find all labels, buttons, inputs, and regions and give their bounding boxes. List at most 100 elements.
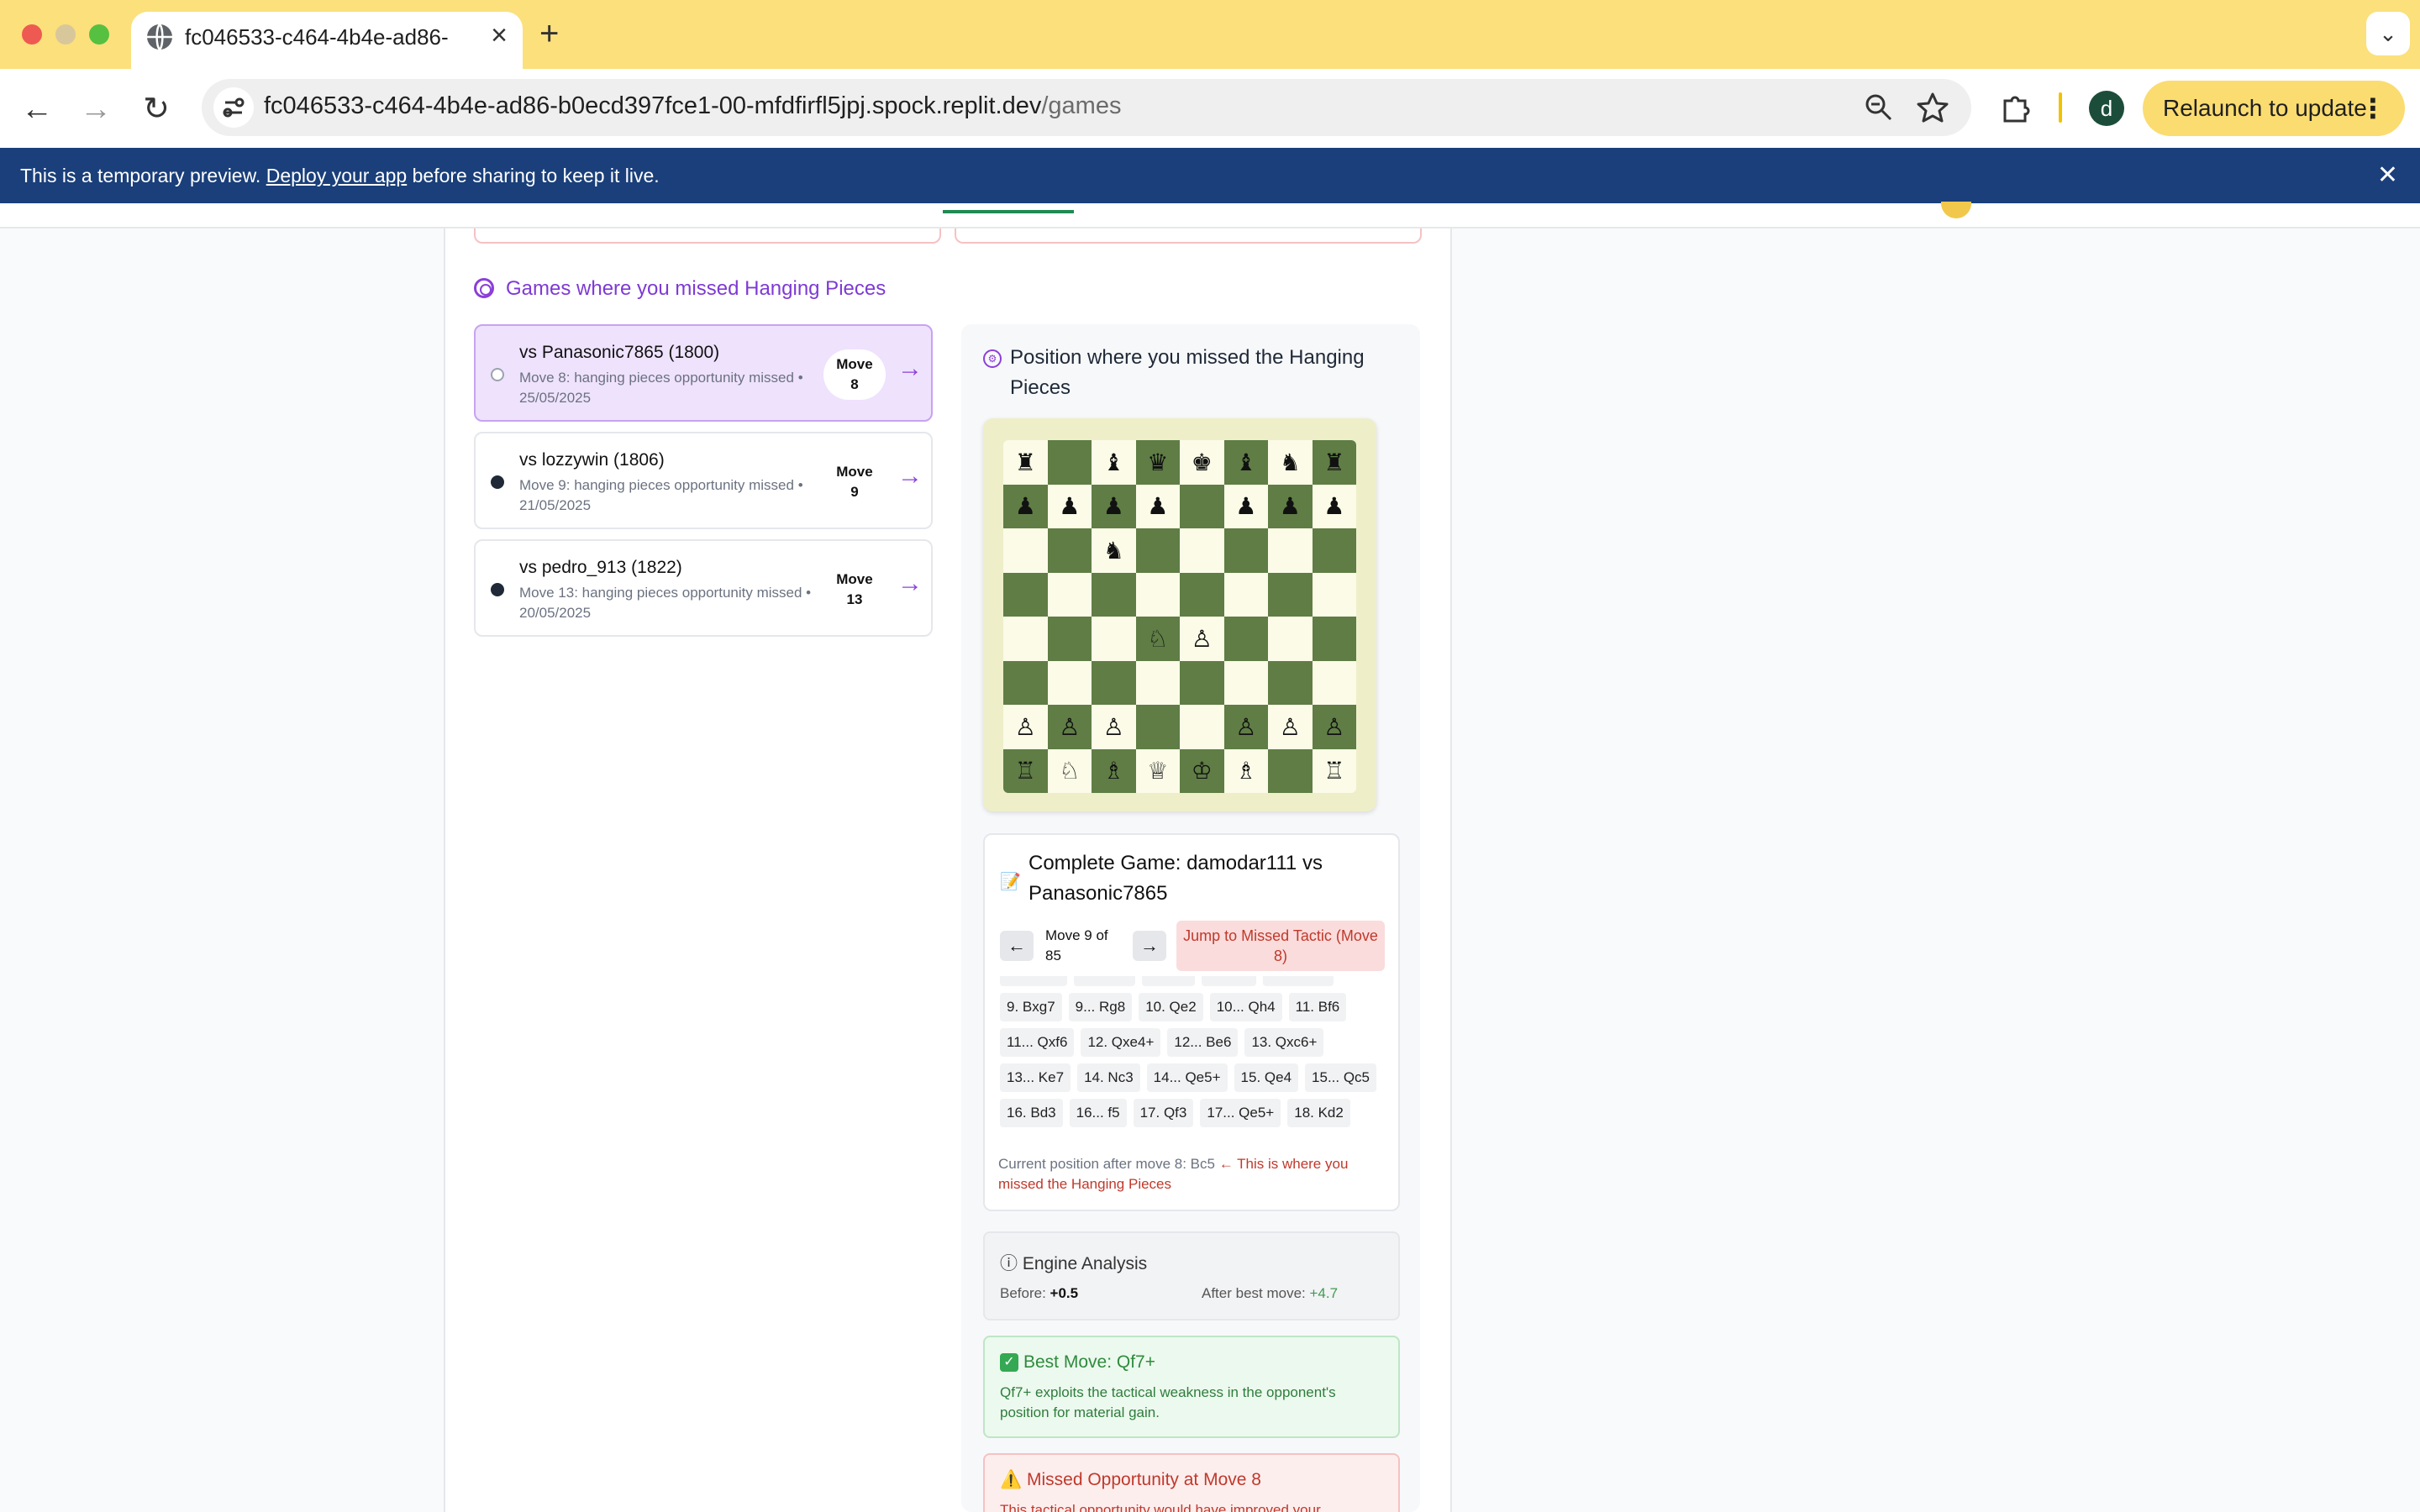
arrow-right-icon[interactable]: → [897, 354, 923, 383]
board-square[interactable]: ♛ [1135, 440, 1180, 485]
extensions-puzzle-icon[interactable] [2000, 91, 2033, 124]
chess-piece[interactable]: ♟ [1103, 492, 1124, 520]
chess-piece[interactable]: ♝ [1103, 449, 1124, 476]
board-square[interactable]: ♞ [1092, 528, 1136, 573]
board-square[interactable]: ♘ [1135, 617, 1180, 661]
board-square[interactable] [1047, 572, 1092, 617]
game-item[interactable]: vs lozzywin (1806) Move 9: hanging piece… [474, 432, 933, 529]
move-chip[interactable]: 14. Nc3 [1077, 1063, 1140, 1092]
chess-piece[interactable]: ♙ [1015, 713, 1036, 741]
board-square[interactable] [1135, 705, 1180, 749]
browser-tab[interactable]: fc046533-c464-4b4e-ad86- × [131, 12, 523, 69]
site-info-icon[interactable] [213, 87, 254, 128]
board-square[interactable] [1135, 660, 1180, 705]
board-square[interactable] [1092, 617, 1136, 661]
tab-search-button[interactable]: ⌄ [2366, 12, 2410, 55]
board-square[interactable]: ♖ [1003, 748, 1048, 793]
minimize-window-button[interactable] [55, 24, 76, 45]
board-square[interactable] [1047, 528, 1092, 573]
game-item[interactable]: vs Panasonic7865 (1800) Move 8: hanging … [474, 324, 933, 422]
chess-piece[interactable]: ♟ [1015, 492, 1036, 520]
board-square[interactable] [1268, 748, 1313, 793]
board-square[interactable]: ♙ [1003, 705, 1048, 749]
board-square[interactable]: ♙ [1312, 705, 1356, 749]
reload-button[interactable]: ↻ [134, 87, 178, 131]
board-square[interactable]: ♙ [1180, 617, 1224, 661]
move-chip[interactable]: 15... Qc5 [1305, 1063, 1377, 1092]
chess-piece[interactable]: ♖ [1323, 757, 1344, 785]
chess-piece[interactable]: ♚ [1192, 449, 1213, 476]
new-tab-button[interactable]: + [539, 13, 559, 54]
move-chip[interactable]: 15. Qe4 [1234, 1063, 1299, 1092]
move-list[interactable]: 6... bxc6 7. Bxc6 7... d6 8. Bd4 8... Nxe4 9.… [1000, 976, 1386, 1137]
game-item[interactable]: vs pedro_913 (1822) Move 13: hanging pie… [474, 539, 933, 637]
chess-piece[interactable]: ♙ [1235, 713, 1256, 741]
move-chip[interactable]: 7... d6 [1141, 976, 1196, 986]
address-bar[interactable]: fc046533-c464-4b4e-ad86-b0ecd397fce1-00-… [202, 79, 1971, 136]
move-chip[interactable]: 16... f5 [1069, 1099, 1127, 1127]
board-square[interactable]: ♗ [1223, 748, 1268, 793]
board-square[interactable] [1180, 660, 1224, 705]
board-square[interactable]: ♝ [1092, 440, 1136, 485]
move-chip[interactable]: 12... Be6 [1167, 1028, 1239, 1057]
board-square[interactable] [1312, 617, 1356, 661]
board-square[interactable] [1180, 572, 1224, 617]
chess-piece[interactable]: ♗ [1235, 757, 1256, 785]
chessboard[interactable]: ♜ ♝ ♛ ♚ ♝ ♞ ♜ ♟ ♟ ♟ ♟ ♟ ♟ ♟ ♞ ♘ ♙ ♙ ♙ ♙ ♙ ♙ ♙ ♖ ♘ ♗ ♕ ♔ ♗ ♖ [1003, 440, 1356, 793]
move-chip[interactable]: 9. Bxg7 [1000, 993, 1062, 1021]
move-chip[interactable]: 11. Bf6 [1288, 993, 1347, 1021]
board-square[interactable]: ♖ [1312, 748, 1356, 793]
chess-piece[interactable]: ♘ [1059, 757, 1080, 785]
close-tab-icon[interactable]: × [491, 20, 508, 50]
board-square[interactable] [1047, 617, 1092, 661]
chess-piece[interactable]: ♙ [1323, 713, 1344, 741]
board-square[interactable]: ♟ [1223, 484, 1268, 528]
move-chip[interactable]: 9... Rg8 [1068, 993, 1133, 1021]
board-square[interactable]: ♔ [1180, 748, 1224, 793]
arrow-right-icon[interactable]: → [897, 462, 923, 491]
board-square[interactable]: ♙ [1268, 705, 1313, 749]
board-square[interactable]: ♟ [1003, 484, 1048, 528]
board-square[interactable] [1268, 617, 1313, 661]
chess-piece[interactable]: ♟ [1323, 492, 1344, 520]
chess-piece[interactable]: ♙ [1280, 713, 1301, 741]
board-square[interactable] [1092, 660, 1136, 705]
chess-piece[interactable]: ♟ [1280, 492, 1301, 520]
board-square[interactable] [1223, 572, 1268, 617]
move-chip[interactable]: 8. Bd4 [1202, 976, 1257, 986]
relaunch-button[interactable]: Relaunch to update ⋮ [2143, 81, 2405, 136]
board-square[interactable]: ♞ [1268, 440, 1313, 485]
board-square[interactable]: ♙ [1047, 705, 1092, 749]
board-square[interactable] [1312, 660, 1356, 705]
board-square[interactable]: ♟ [1092, 484, 1136, 528]
board-square[interactable] [1047, 440, 1092, 485]
chess-piece[interactable]: ♙ [1103, 713, 1124, 741]
move-chip[interactable]: 13. Qxc6+ [1244, 1028, 1324, 1057]
close-banner-icon[interactable]: ✕ [2377, 148, 2398, 203]
board-square[interactable]: ♟ [1135, 484, 1180, 528]
board-square[interactable] [1268, 572, 1313, 617]
move-chip[interactable]: 11... Qxf6 [1000, 1028, 1075, 1057]
board-square[interactable] [1047, 660, 1092, 705]
chess-piece[interactable]: ♙ [1059, 713, 1080, 741]
chess-piece[interactable]: ♛ [1147, 449, 1168, 476]
board-square[interactable] [1135, 528, 1180, 573]
board-square[interactable] [1135, 572, 1180, 617]
board-square[interactable] [1312, 572, 1356, 617]
board-square[interactable]: ♕ [1135, 748, 1180, 793]
chess-piece[interactable]: ♟ [1235, 492, 1256, 520]
next-move-button[interactable]: → [1133, 931, 1166, 961]
board-square[interactable]: ♜ [1312, 440, 1356, 485]
board-square[interactable] [1268, 528, 1313, 573]
prev-move-button[interactable]: ← [1000, 931, 1034, 961]
board-square[interactable]: ♙ [1092, 705, 1136, 749]
move-chip[interactable]: 17. Qf3 [1133, 1099, 1194, 1127]
board-square[interactable] [1003, 660, 1048, 705]
chess-piece[interactable]: ♟ [1147, 492, 1168, 520]
board-square[interactable] [1312, 528, 1356, 573]
board-square[interactable]: ♝ [1223, 440, 1268, 485]
board-square[interactable] [1223, 617, 1268, 661]
chess-piece[interactable]: ♞ [1103, 537, 1124, 564]
board-square[interactable] [1180, 484, 1224, 528]
board-square[interactable] [1180, 528, 1224, 573]
